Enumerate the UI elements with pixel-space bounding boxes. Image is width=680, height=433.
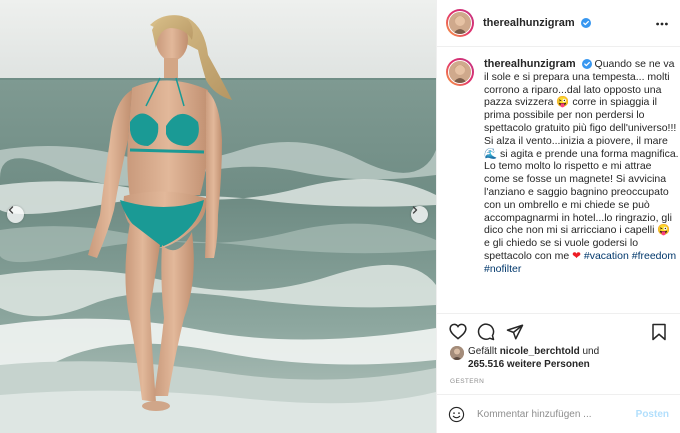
caption-avatar[interactable] <box>446 58 474 86</box>
avatar-face-icon <box>449 12 471 34</box>
header-username[interactable]: therealhunzigram <box>483 17 591 29</box>
chevron-left-icon <box>8 206 14 214</box>
more-options-icon <box>656 22 668 26</box>
likes-summary: Gefällt nicole_berchtold und 265.516 wei… <box>450 346 675 371</box>
caption-comment: therealhunzigram Quando se ne va il sole… <box>446 58 679 276</box>
avatar-image <box>448 60 472 84</box>
instagram-post: therealhunzigram therealhunzigram Quando… <box>0 0 680 433</box>
comment-button[interactable] <box>477 323 495 346</box>
next-photo-button[interactable] <box>411 206 428 223</box>
more-options-button[interactable] <box>656 14 668 29</box>
likes-conjunction: und <box>582 346 600 357</box>
like-button[interactable] <box>449 323 467 345</box>
chevron-right-icon <box>412 206 418 214</box>
caption-body: Quando se ne va il sole e si prepara una… <box>484 58 679 262</box>
save-button[interactable] <box>651 323 667 346</box>
caption-text: therealhunzigram Quando se ne va il sole… <box>484 58 679 276</box>
heart-emoji: ❤ <box>572 249 581 262</box>
post-actions: Gefällt nicole_berchtold und 265.516 wei… <box>437 313 680 433</box>
add-comment-bar: Posten <box>437 394 680 433</box>
header-username-text[interactable]: therealhunzigram <box>483 17 575 29</box>
post-header: therealhunzigram <box>437 0 680 47</box>
avatar-face-icon <box>449 61 471 83</box>
liker-avatar-icon <box>450 346 464 360</box>
post-timestamp[interactable]: GESTERN <box>450 378 484 385</box>
comment-input[interactable] <box>477 409 636 420</box>
post-sidebar: therealhunzigram therealhunzigram Quando… <box>436 0 680 433</box>
heart-icon <box>449 323 467 340</box>
verified-badge-icon <box>580 18 591 28</box>
caption-username[interactable]: therealhunzigram <box>484 58 576 70</box>
likes-prefix: Gefällt <box>468 346 497 357</box>
post-comment-button[interactable]: Posten <box>636 409 669 420</box>
caption-scroll-area[interactable]: therealhunzigram Quando se ne va il sole… <box>437 48 680 313</box>
post-photo[interactable] <box>0 0 436 433</box>
profile-avatar[interactable] <box>446 9 474 37</box>
previous-photo-button[interactable] <box>7 206 24 223</box>
likes-count[interactable]: 265.516 weitere Personen <box>468 359 590 370</box>
avatar-image <box>448 11 472 35</box>
comment-icon <box>477 323 495 341</box>
bookmark-icon <box>652 323 666 341</box>
send-icon <box>506 324 524 340</box>
emoji-icon[interactable] <box>448 406 465 423</box>
share-button[interactable] <box>506 323 524 346</box>
verified-badge-icon <box>581 59 592 69</box>
liker-username[interactable]: nicole_berchtold <box>500 346 580 357</box>
beach-photo-illustration <box>0 0 436 433</box>
liker-avatar[interactable] <box>450 346 464 360</box>
